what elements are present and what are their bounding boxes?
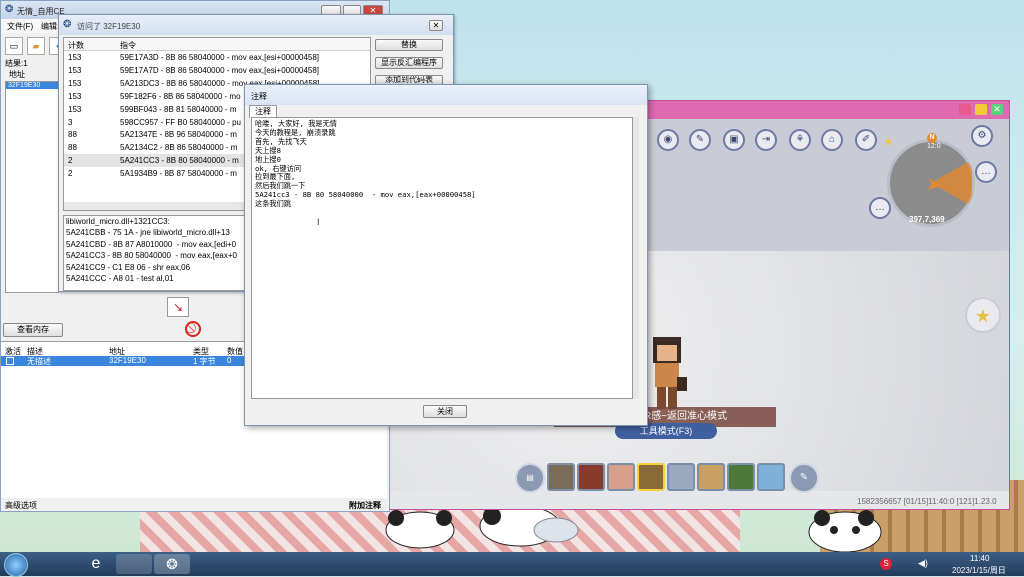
- volume-icon[interactable]: ◀): [918, 558, 928, 569]
- row-instruction: 59E17A3D - 8B 86 58040000 - mov eax,[esi…: [120, 53, 320, 62]
- row-count: 2: [68, 156, 73, 166]
- text-cursor-icon: I: [317, 217, 320, 227]
- tools-icon[interactable]: ✎: [689, 129, 711, 151]
- col-count: 计数: [68, 41, 84, 50]
- active-checkbox[interactable]: [6, 357, 14, 365]
- row-value: 0: [227, 356, 232, 365]
- close-button[interactable]: ✕: [429, 20, 443, 31]
- access-dialog-title: 访问了 32F19E30: [77, 22, 141, 31]
- share-icon[interactable]: ⚘: [789, 129, 811, 151]
- camera-icon[interactable]: ◉: [657, 129, 679, 151]
- show-disassembler-button[interactable]: 显示反汇编程序: [375, 57, 443, 69]
- game-task-icon[interactable]: [116, 554, 152, 574]
- note-dialog-titlebar[interactable]: 注释: [245, 85, 647, 105]
- row-instruction: 5A2134C2 - 8B 86 58040000 - m: [120, 143, 238, 153]
- result-item[interactable]: 32F19E30: [6, 82, 58, 89]
- open-file-icon[interactable]: ▰: [27, 37, 45, 55]
- minimap-arrow-icon: [928, 162, 972, 204]
- vertical-scrollbar[interactable]: [633, 117, 639, 399]
- taskbar: e ❂ S ◀) 11:40 2023/1/15/周日: [0, 552, 1024, 577]
- home-icon[interactable]: ⌂: [821, 129, 843, 151]
- table-row[interactable]: 153 59E17A3D - 8B 86 58040000 - mov eax,[…: [64, 51, 370, 64]
- star-icon[interactable]: ★: [965, 297, 1001, 333]
- ce-logo-icon: ❂: [63, 19, 72, 30]
- pointer-arrow-icon[interactable]: ↘: [167, 297, 189, 317]
- minimize-icon[interactable]: [959, 104, 971, 115]
- ce-logo-icon: ❂: [5, 4, 14, 15]
- minimap[interactable]: [887, 139, 975, 227]
- hotbar-slot[interactable]: [697, 463, 725, 491]
- close-icon[interactable]: ✕: [991, 104, 1003, 115]
- compass-north: N: [927, 133, 937, 143]
- add-note-link[interactable]: 附加注释: [349, 500, 381, 511]
- memory-view-button[interactable]: 查看内存: [3, 323, 63, 337]
- row-instruction: 5A1934B9 - 8B 87 58040000 - m: [120, 169, 237, 179]
- stop-icon[interactable]: ⃠: [185, 321, 201, 337]
- ce-task-icon[interactable]: ❂: [154, 554, 190, 574]
- row-count: 153: [68, 91, 82, 101]
- row-instruction: 59F182F6 - 8B 86 58040000 - mo: [120, 91, 241, 101]
- row-type: 1 字节: [193, 357, 216, 366]
- row-instruction: 598CC957 - FF B0 58040000 - pu: [120, 117, 241, 127]
- table-header: 计数 指令: [64, 38, 370, 51]
- taskbar-time: 11:40: [970, 554, 990, 563]
- row-instruction: 5A241CC3 - 8B 80 58040000 - m: [120, 156, 239, 166]
- hotbar-slot[interactable]: [667, 463, 695, 491]
- message-icon[interactable]: …: [869, 197, 891, 219]
- hotbar-slot[interactable]: [547, 463, 575, 491]
- row-count: 2: [68, 169, 73, 179]
- access-dialog-titlebar[interactable]: ❂ 访问了 32F19E30 ✕: [59, 15, 453, 35]
- menu-file[interactable]: 文件(F): [7, 21, 33, 32]
- hotbar-slot[interactable]: [577, 463, 605, 491]
- inventory-icon[interactable]: ▤: [515, 463, 545, 493]
- tray-icon[interactable]: S: [880, 558, 892, 570]
- row-count: 88: [68, 130, 77, 140]
- open-process-icon[interactable]: ▭: [5, 37, 23, 55]
- close-note-button[interactable]: 关闭: [423, 405, 467, 418]
- hotbar-slot[interactable]: [727, 463, 755, 491]
- address-header: 地址: [9, 70, 25, 79]
- settings-icon[interactable]: ⚙: [971, 125, 993, 147]
- hotbar-slot[interactable]: [757, 463, 785, 491]
- edit-icon[interactable]: ✐: [855, 129, 877, 151]
- row-instruction: 5A21347E - 8B 96 58040000 - m: [120, 130, 237, 140]
- results-label: 结果:1: [5, 59, 28, 68]
- ie-icon[interactable]: e: [78, 554, 114, 574]
- maximize-icon[interactable]: [975, 104, 987, 115]
- row-count: 153: [68, 78, 82, 88]
- row-count: 153: [68, 53, 82, 62]
- row-count: 3: [68, 117, 73, 127]
- backpack-icon[interactable]: ▣: [723, 129, 745, 151]
- hotbar-slot-selected[interactable]: [637, 463, 665, 491]
- table-row[interactable]: 153 59E17A7D - 8B 86 58040000 - mov eax,[…: [64, 64, 370, 77]
- replace-button[interactable]: 替换: [375, 39, 443, 51]
- build-icon[interactable]: ✎: [789, 463, 819, 493]
- game-clock: 12:0: [927, 143, 941, 150]
- start-button[interactable]: [4, 553, 28, 577]
- menu-edit[interactable]: 编辑: [41, 21, 57, 32]
- note-dialog[interactable]: 注释 注释 哈喽, 大家好, 我是无情 今天的教程是, 崩溃录跳 首先, 先找飞…: [244, 84, 648, 426]
- player-character: [653, 337, 687, 409]
- row-count: 88: [68, 143, 77, 153]
- note-dialog-title: 注释: [251, 92, 267, 101]
- advanced-options-link[interactable]: 高级选项: [5, 500, 37, 511]
- game-status-text: 1582356657 [01/15]11:40:0 [121]1.23.0: [857, 497, 997, 506]
- note-textarea[interactable]: 哈喽, 大家好, 我是无情 今天的教程是, 崩溃录跳 首先, 先找飞天 天上搜8…: [251, 117, 633, 399]
- exit-icon[interactable]: ⇥: [755, 129, 777, 151]
- row-address: 32F19E30: [109, 356, 146, 365]
- row-count: 153: [68, 65, 82, 75]
- taskbar-date: 2023/1/15/周日: [952, 566, 1006, 575]
- col-instruction: 指令: [120, 41, 136, 50]
- chat-icon[interactable]: …: [975, 161, 997, 183]
- results-list[interactable]: 32F19E30: [5, 81, 59, 293]
- player-coordinates: 397,7,369: [909, 215, 945, 224]
- row-count: 153: [68, 104, 82, 114]
- row-desc: 无描述: [27, 357, 51, 366]
- row-instruction: 59E17A7D - 8B 86 58040000 - mov eax,[esi…: [120, 65, 320, 75]
- hotbar-slot[interactable]: [607, 463, 635, 491]
- row-instruction: 599BF043 - 8B 81 58040000 - m: [120, 104, 237, 114]
